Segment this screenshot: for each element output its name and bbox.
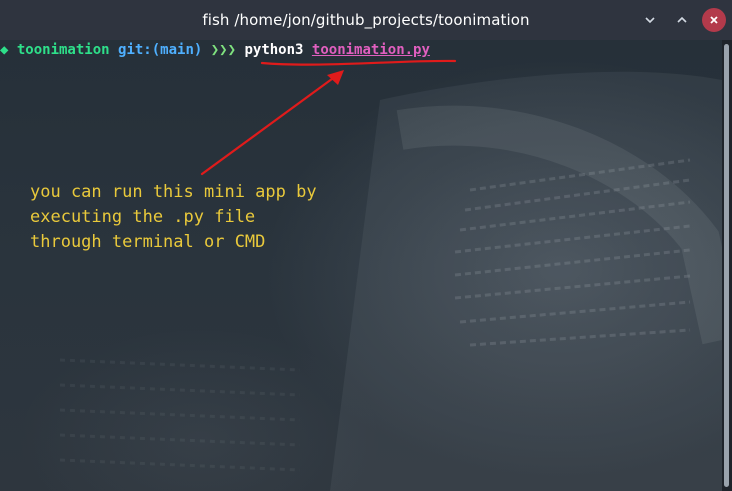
scrollbar[interactable]: [722, 40, 732, 491]
command-file-argument[interactable]: toonimation.py: [312, 42, 430, 58]
annotation-overlay: [200, 59, 457, 176]
prompt-marker-icon: ◆: [0, 42, 17, 58]
arrow-head-icon: [327, 70, 344, 85]
prompt-arrows: ❯❯❯: [210, 42, 245, 58]
note-line-3: through terminal or CMD: [30, 232, 266, 252]
prompt-git-close: ): [193, 42, 211, 58]
close-button[interactable]: [702, 8, 726, 32]
prompt-git-label: git:(: [118, 42, 161, 58]
close-icon: [710, 16, 718, 24]
command-text: python3: [244, 42, 312, 58]
maximize-button[interactable]: [670, 8, 694, 32]
arrow-annotation: [200, 74, 338, 176]
underline-annotation: [260, 59, 457, 66]
prompt-directory: toonimation: [16, 42, 119, 58]
terminal-output[interactable]: ◆ toonimation git:( main ) ❯❯❯ python3 t…: [0, 40, 722, 491]
minimize-icon: [645, 17, 655, 24]
window-title: fish /home/jon/github_projects/toonimati…: [202, 11, 530, 29]
annotation-note: you can run this mini app by executing th…: [30, 180, 317, 255]
minimize-button[interactable]: [638, 8, 662, 32]
scrollbar-thumb[interactable]: [724, 44, 729, 487]
note-line-2: executing the .py file: [30, 207, 256, 227]
prompt-git-branch: main: [160, 42, 194, 58]
maximize-icon: [677, 16, 687, 23]
background-book-image: [59, 71, 722, 491]
note-line-1: you can run this mini app by: [30, 182, 317, 202]
title-bar[interactable]: fish /home/jon/github_projects/toonimati…: [0, 0, 732, 40]
terminal-window: fish /home/jon/github_projects/toonimati…: [0, 0, 732, 491]
window-controls: [638, 8, 726, 32]
prompt-line: ◆ toonimation git:( main ) ❯❯❯ python3 t…: [0, 40, 430, 60]
